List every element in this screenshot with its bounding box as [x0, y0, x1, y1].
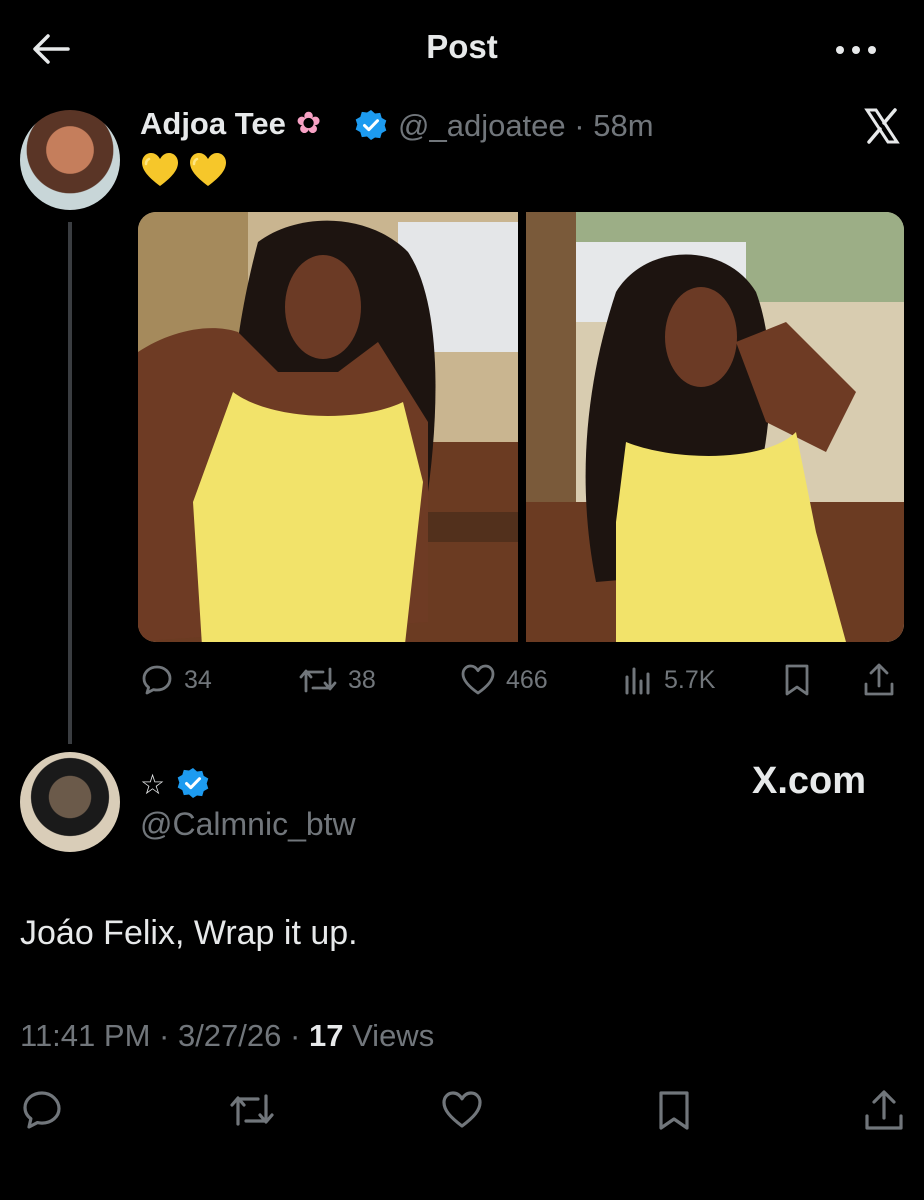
post-time: 58m: [593, 108, 654, 143]
reply-author-avatar[interactable]: [20, 752, 120, 852]
heart-outline-icon[interactable]: [440, 1088, 484, 1132]
views-button[interactable]: 5.7K: [622, 660, 715, 700]
share-icon: [862, 662, 896, 698]
like-button[interactable]: 466: [460, 660, 548, 700]
like-count: 466: [506, 665, 548, 694]
yellow-heart-icon: [140, 150, 180, 194]
author-avatar[interactable]: [20, 110, 120, 210]
views-count: 5.7K: [664, 665, 716, 694]
verified-badge-icon: [354, 108, 388, 142]
page-title: Post: [426, 28, 498, 65]
repost-icon[interactable]: [228, 1088, 274, 1132]
heart-outline-icon: [460, 663, 496, 697]
share-icon[interactable]: [862, 1088, 906, 1132]
thread-connector-line: [68, 222, 72, 744]
author-handle[interactable]: @_adjoatee: [398, 108, 566, 143]
reply-icon: [140, 663, 174, 697]
bookmark-button[interactable]: [780, 660, 814, 700]
x-com-watermark: X.com: [752, 760, 867, 802]
author-handle-time[interactable]: @_adjoatee · 58m: [398, 108, 654, 144]
verified-badge-icon: [176, 766, 210, 800]
reply-text: Joáo Felix, Wrap it up.: [20, 914, 358, 952]
author-name[interactable]: Adjoa Tee: [140, 106, 286, 142]
repost-icon: [298, 663, 338, 697]
post-photo-1[interactable]: [138, 212, 518, 642]
post-photo-2[interactable]: [526, 212, 904, 642]
reply-count: 34: [184, 665, 212, 694]
reply-date: 3/27/26: [177, 1018, 282, 1053]
cherry-blossom-emoji: ✿: [296, 107, 322, 140]
bookmark-icon: [780, 662, 814, 698]
repost-button[interactable]: 38: [298, 660, 376, 700]
post-body-emoji: [140, 150, 228, 194]
bookmark-icon[interactable]: [652, 1088, 696, 1132]
yellow-heart-icon: [188, 150, 228, 194]
views-chart-icon: [622, 663, 654, 697]
repost-count: 38: [348, 665, 376, 694]
reply-timestamp-views: 11:41 PM · 3/27/26 · 17 Views: [20, 1018, 435, 1053]
reply-display-name[interactable]: ☆: [140, 768, 165, 801]
x-logo-icon: [862, 106, 902, 146]
reply-author-handle[interactable]: @Calmnic_btw: [140, 806, 356, 843]
reply-button[interactable]: 34: [140, 660, 212, 700]
reply-views-label: Views: [352, 1018, 435, 1053]
reply-icon[interactable]: [20, 1088, 64, 1132]
more-options-icon[interactable]: [832, 30, 880, 70]
reply-views-count: 17: [308, 1018, 344, 1053]
reply-time: 11:41 PM: [20, 1018, 151, 1053]
share-button[interactable]: [862, 660, 896, 700]
